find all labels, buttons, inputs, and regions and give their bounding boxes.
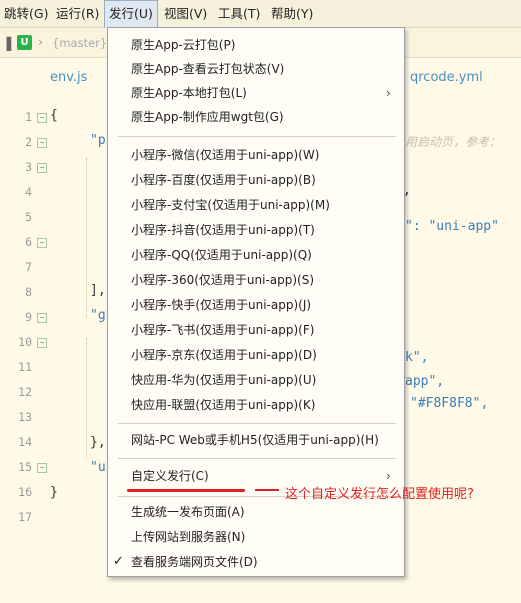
line-number: 6 (25, 235, 32, 249)
sidebar-toggle-icon[interactable]: ▐ (2, 37, 11, 51)
indent-guide (86, 158, 87, 318)
fold-toggle-icon[interactable]: − (37, 138, 47, 148)
line-number: 8 (25, 285, 32, 299)
line-number: 1 (25, 110, 32, 124)
menu-item-mp-qq[interactable]: 小程序-QQ(仅适用于uni-app)(Q) (108, 243, 404, 267)
line-number: 4 (25, 185, 32, 199)
menu-item-mp-kuaishou[interactable]: 小程序-快手(仅适用于uni-app)(J) (108, 293, 404, 317)
menu-item-mp-360[interactable]: 小程序-360(仅适用于uni-app)(S) (108, 268, 404, 292)
code-line: app", (405, 374, 445, 389)
menu-item-mp-jd[interactable]: 小程序-京东(仅适用于uni-app)(D) (108, 343, 404, 367)
menu-item-mp-baidu[interactable]: 小程序-百度(仅适用于uni-app)(B) (108, 168, 404, 192)
menubar: 跳转(G) 运行(R) 发行(U) 视图(V) 工具(T) 帮助(Y) (0, 0, 521, 28)
line-number: 17 (18, 510, 32, 524)
checkmark-icon: ✓ (113, 554, 124, 569)
chevron-right-icon: › (386, 86, 391, 100)
indent-guide (86, 338, 87, 458)
code-line: } (50, 485, 58, 500)
code-line: "u (90, 460, 106, 475)
code-line: ], (90, 283, 106, 298)
menu-item-view-server-files[interactable]: ✓ 查看服务端网页文件(D) (108, 550, 404, 574)
menu-item-generate-release-page[interactable]: 生成统一发布页面(A) (108, 500, 404, 524)
menu-publish[interactable]: 发行(U) (104, 0, 158, 28)
annotation-connector (255, 489, 279, 491)
fold-toggle-icon[interactable]: − (37, 338, 47, 348)
tab-env-js[interactable]: env.js (50, 70, 87, 85)
menu-item-app-wgt[interactable]: 原生App-制作应用wgt包(G) (108, 105, 404, 129)
annotation-underline (127, 489, 245, 492)
menu-jump[interactable]: 跳转(G) (0, 0, 52, 28)
menu-item-mp-feishu[interactable]: 小程序-飞书(仅适用于uni-app)(F) (108, 318, 404, 342)
project-logo-icon: U (17, 35, 32, 50)
menu-view[interactable]: 视图(V) (160, 0, 211, 28)
menu-separator (118, 458, 396, 459)
menu-item-upload-website[interactable]: 上传网站到服务器(N) (108, 525, 404, 549)
fold-toggle-icon[interactable]: − (37, 463, 47, 473)
menu-item-quickapp-huawei[interactable]: 快应用-华为(仅适用于uni-app)(U) (108, 368, 404, 392)
menu-item-app-local-pack[interactable]: 原生App-本地打包(L) › (108, 81, 404, 105)
code-line: { (50, 108, 58, 123)
code-line: "p (90, 133, 106, 148)
fold-toggle-icon[interactable]: − (37, 113, 47, 123)
line-number: 2 (25, 135, 32, 149)
menu-run[interactable]: 运行(R) (52, 0, 103, 28)
annotation-text: 这个自定义发行怎么配置使用呢? (285, 487, 474, 502)
menu-item-app-cloud-status[interactable]: 原生App-查看云打包状态(V) (108, 57, 404, 81)
branch-label: {master} (52, 36, 108, 50)
fold-toggle-icon[interactable]: − (37, 238, 47, 248)
line-number: 12 (18, 385, 32, 399)
line-number: 15 (18, 460, 32, 474)
fold-toggle-icon[interactable]: − (37, 163, 47, 173)
code-line: ": "uni-app" (405, 219, 499, 234)
line-number: 3 (25, 160, 32, 174)
menu-item-quickapp-union[interactable]: 快应用-联盟(仅适用于uni-app)(K) (108, 393, 404, 417)
code-line: k", (405, 350, 429, 365)
line-number: 11 (18, 360, 32, 374)
menu-help[interactable]: 帮助(Y) (267, 0, 317, 28)
menu-item-web-h5[interactable]: 网站-PC Web或手机H5(仅适用于uni-app)(H) (108, 428, 404, 452)
code-line: }, (90, 435, 106, 450)
menu-item-mp-douyin[interactable]: 小程序-抖音(仅适用于uni-app)(T) (108, 218, 404, 242)
line-number: 9 (25, 310, 32, 324)
menu-tools[interactable]: 工具(T) (214, 0, 264, 28)
fold-toggle-icon[interactable]: − (37, 313, 47, 323)
code-line: "g (90, 308, 106, 323)
menu-separator (118, 136, 396, 137)
line-number: 16 (18, 485, 32, 499)
line-number: 7 (25, 260, 32, 274)
code-line: "#F8F8F8", (410, 396, 489, 411)
code-comment: 用启动页，参考： (405, 135, 502, 149)
menu-item-app-cloud-pack[interactable]: 原生App-云打包(P) (108, 33, 404, 57)
chevron-right-icon: › (38, 35, 43, 49)
menu-item-mp-alipay[interactable]: 小程序-支付宝(仅适用于uni-app)(M) (108, 193, 404, 217)
line-number: 13 (18, 410, 32, 424)
line-number: 14 (18, 435, 32, 449)
line-number: 5 (25, 210, 32, 224)
tab-qrcode-yml[interactable]: qrcode.yml (410, 70, 483, 85)
menu-separator (118, 423, 396, 424)
line-number: 10 (18, 335, 32, 349)
menu-item-mp-weixin[interactable]: 小程序-微信(仅适用于uni-app)(W) (108, 143, 404, 167)
